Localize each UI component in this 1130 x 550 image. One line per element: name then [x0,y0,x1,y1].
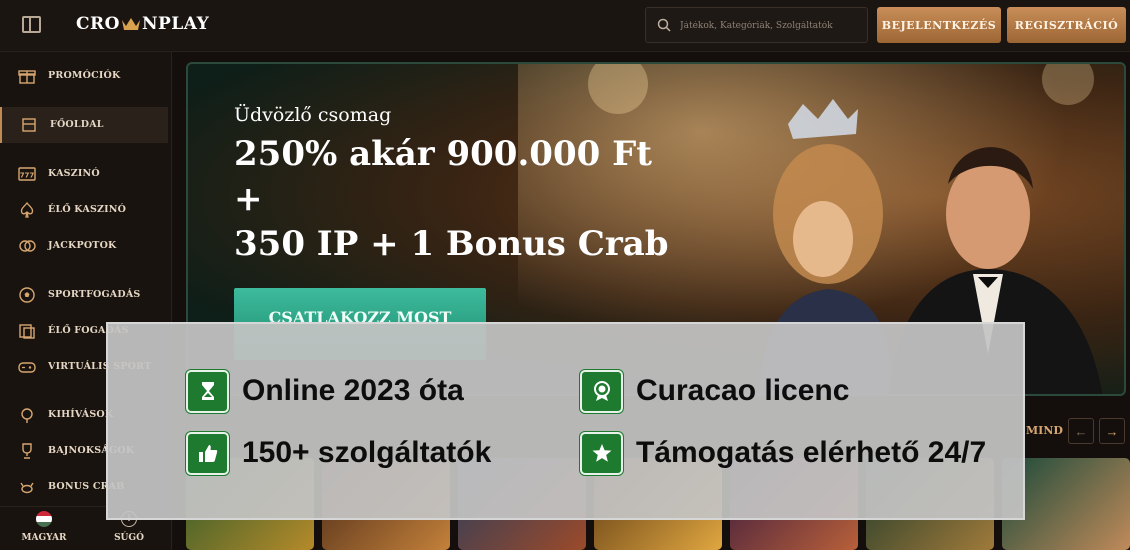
crownplay-logo[interactable]: CRO NPLAY [76,14,209,34]
sidebar-item-jackpots[interactable]: JACKPOTOK [0,228,168,264]
trophy-icon [22,443,32,459]
crab-icon [20,482,34,494]
carousel-prev-button[interactable]: ← [1068,418,1094,444]
language-selector[interactable]: MAGYAR [18,511,70,543]
search-input[interactable] [680,16,860,36]
login-button[interactable]: BEJELENTKEZÉS [877,7,1001,43]
hero-title-line: 250% akár 900.000 Ft [234,134,652,174]
feature-text: Online 2023 óta [242,374,464,407]
hero-title: 250% akár 900.000 Ft + 350 IP + 1 Bonus … [234,132,694,267]
hero-title-line: + [234,179,263,219]
top-header: CRO NPLAY BEJELENTKEZÉS REGISZTRÁCIÓ [0,0,1130,52]
sidebar-item-live-casino[interactable]: ÉLŐ KASZINÓ [0,192,168,228]
challenge-icon [21,408,33,423]
hungary-flag-icon [36,511,52,527]
home-icon [22,118,36,132]
hero-title-line: 350 IP + 1 Bonus Crab [234,224,669,264]
sidebar-item-promotions[interactable]: PROMÓCIÓK [0,58,168,94]
virtual-sport-icon [18,362,36,373]
feature-providers: 150+ szolgáltatók [186,431,491,475]
feature-text: Curacao licenc [636,374,850,407]
hero-eyebrow: Üdvözlő csomag [234,104,392,126]
feature-license: Curacao licenc [580,369,849,413]
see-all-link[interactable]: MIND [1026,424,1063,437]
logo-text-right: NPLAY [141,14,210,34]
sidebar-item-label: SPORTFOGADÁS [48,289,141,300]
gift-icon [18,70,36,84]
sidebar-toggle-icon[interactable] [22,16,41,33]
hourglass-icon [186,369,229,413]
help-label: SÚGÓ [114,533,144,543]
sidebar-item-label: KASZINÓ [48,168,100,179]
coins-icon [19,240,36,252]
thumbs-up-icon [186,431,229,475]
spade-icon [20,201,34,218]
trust-features-panel: Online 2023 óta Curacao licenc 150+ szol… [106,322,1025,520]
feature-support: Támogatás elérhető 24/7 [580,431,986,475]
star-icon [580,431,623,475]
arrow-right-icon: → [1105,423,1119,439]
sidebar-item-sports-betting[interactable]: SPORTFOGADÁS [0,277,168,313]
sidebar-item-label: PROMÓCIÓK [48,70,121,81]
svg-text:777: 777 [20,172,35,180]
sidebar-item-label: KIHÍVÁSOK [48,409,114,420]
language-label: MAGYAR [21,533,67,543]
sidebar-item-label: FŐOLDAL [50,119,104,130]
arrow-left-icon: ← [1074,423,1088,439]
search-icon [657,18,671,32]
register-button[interactable]: REGISZTRÁCIÓ [1007,7,1126,43]
logo-text-left: CRO [76,14,120,34]
live-bet-icon [19,324,35,339]
soccer-ball-icon [19,287,35,303]
sidebar-item-label: ÉLŐ KASZINÓ [48,204,127,215]
search-box[interactable] [645,7,868,43]
feature-text: Támogatás elérhető 24/7 [636,436,987,469]
carousel-next-button[interactable]: → [1099,418,1125,444]
slot-777-icon: 777 [18,167,36,181]
feature-online-since: Online 2023 óta [186,369,464,413]
sidebar-item-label: JACKPOTOK [48,240,117,251]
sidebar-item-casino[interactable]: 777 KASZINÓ [0,156,168,192]
feature-text: 150+ szolgáltatók [242,436,492,469]
license-badge-icon [580,369,623,413]
sidebar-item-home[interactable]: FŐOLDAL [0,107,168,143]
crown-icon [121,18,140,30]
